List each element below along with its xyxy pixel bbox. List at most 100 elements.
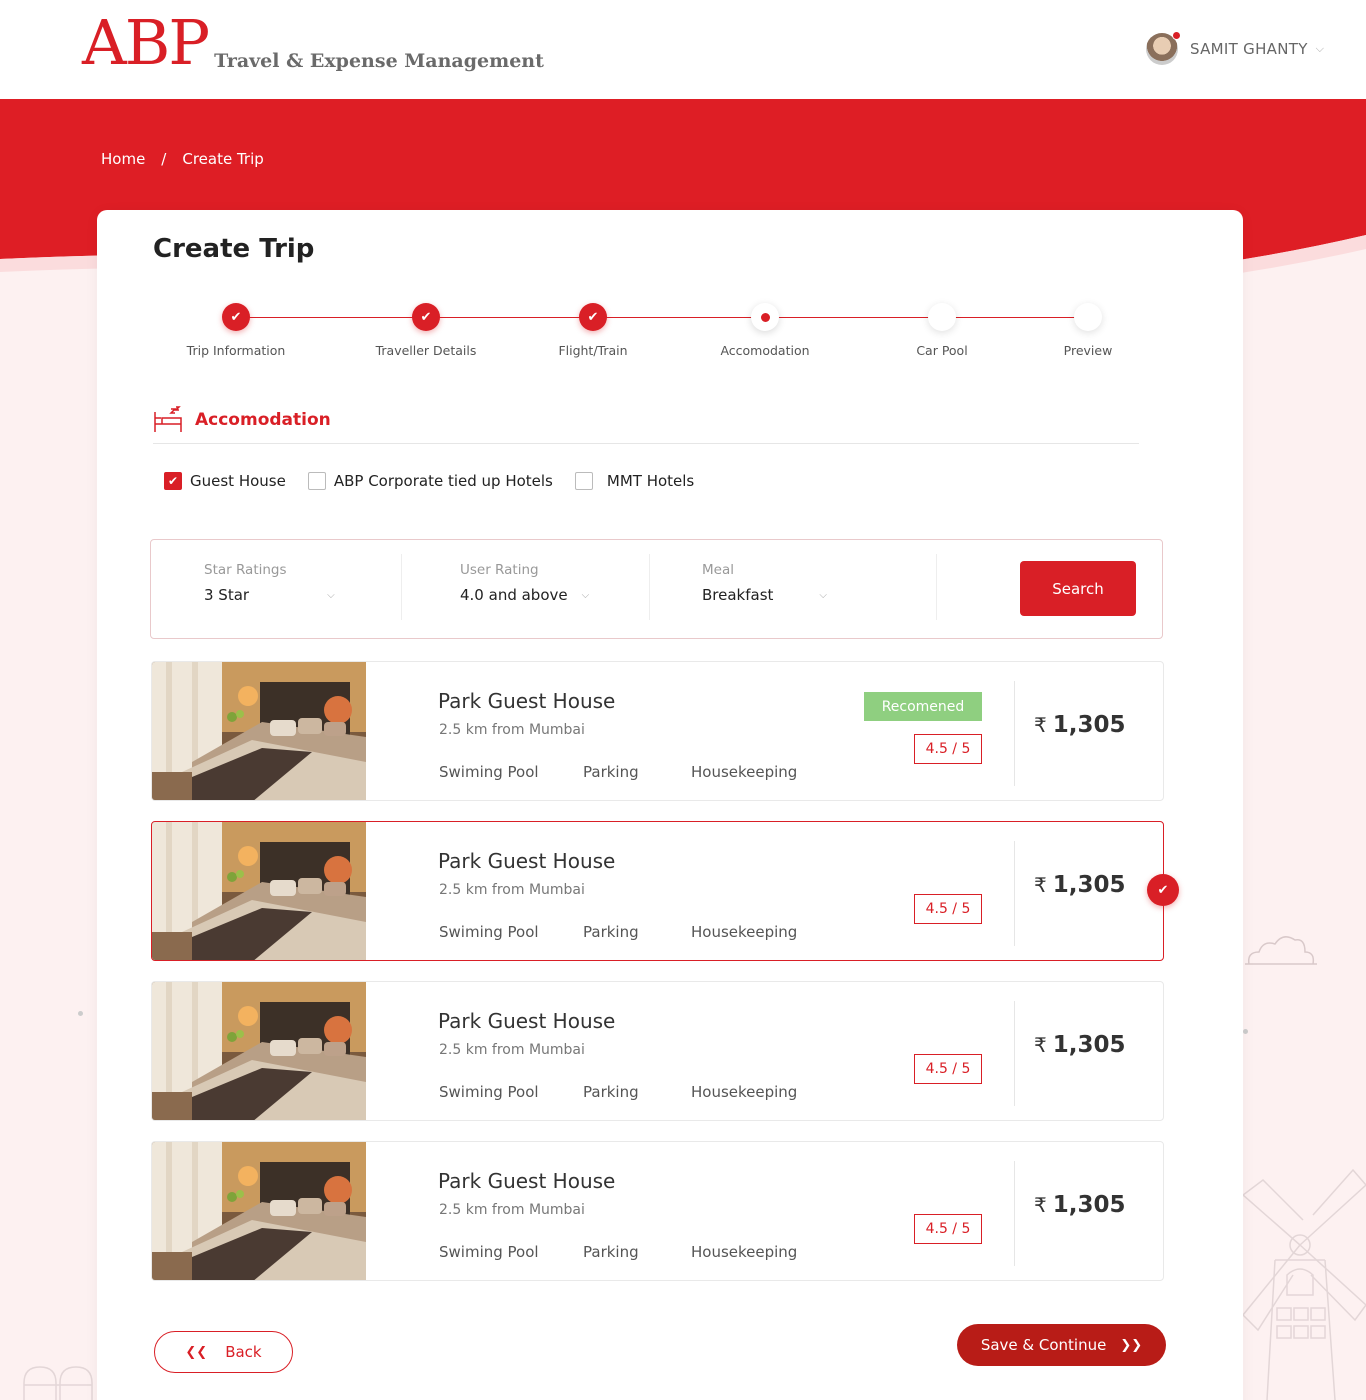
- hotel-name[interactable]: Park Guest House: [438, 849, 615, 873]
- breadcrumb-current: Create Trip: [182, 150, 264, 168]
- hotel-name[interactable]: Park Guest House: [438, 1009, 615, 1033]
- chevron-down-icon[interactable]: ⌵: [819, 590, 827, 601]
- checkbox-checked-icon[interactable]: ✔: [164, 472, 182, 490]
- checkbox-mmt-hotels[interactable]: MMT Hotels: [574, 472, 695, 490]
- selected-value: 3 Star: [204, 586, 250, 604]
- amenity: Swiming Pool: [439, 763, 539, 781]
- trip-stepper: ✔ Trip Information ✔ Traveller Details ✔…: [97, 210, 1243, 370]
- breadcrumb-home[interactable]: Home: [101, 150, 145, 168]
- hotel-distance: 2.5 km from Mumbai: [439, 1202, 585, 1218]
- divider: [1014, 1161, 1015, 1266]
- rupee-icon: ₹: [1034, 713, 1047, 737]
- check-icon: ✔: [579, 303, 607, 331]
- step-flight-train[interactable]: ✔ Flight/Train: [513, 303, 673, 358]
- current-step-dot-icon: [751, 303, 779, 331]
- hotel-photo: [152, 982, 366, 1120]
- pending-step-icon: [928, 303, 956, 331]
- windmill-illustration: [1243, 1168, 1366, 1400]
- selected-value: Breakfast: [702, 586, 774, 604]
- rating-badge: 4.5 / 5: [914, 894, 982, 924]
- section-title: Accomodation: [195, 410, 331, 430]
- hotel-card[interactable]: Park Guest House 2.5 km from Mumbai Swim…: [151, 661, 1164, 801]
- amenity: Parking: [583, 1083, 639, 1101]
- checkbox-empty-icon[interactable]: [307, 472, 326, 490]
- field-label: User Rating: [460, 562, 539, 578]
- arch-illustration: [23, 1366, 93, 1400]
- top-header: ABP Travel & Expense Management SAMIT GH…: [0, 0, 1366, 99]
- amenity: Housekeeping: [691, 1243, 798, 1261]
- search-button[interactable]: Search: [1020, 561, 1136, 616]
- checkbox-label: ABP Corporate tied up Hotels: [333, 472, 553, 490]
- create-trip-card: Create Trip ✔ Trip Information ✔ Travell…: [97, 210, 1243, 1400]
- section-header: Accomodation: [153, 406, 1139, 444]
- meal-select[interactable]: Meal Breakfast ⌵: [702, 554, 902, 624]
- step-label: Flight/Train: [558, 343, 628, 358]
- selected-check-icon[interactable]: ✔: [1147, 874, 1179, 906]
- step-traveller-details[interactable]: ✔ Traveller Details: [346, 303, 506, 358]
- chevron-down-icon[interactable]: ⌵: [1316, 42, 1324, 56]
- hotel-card[interactable]: Park Guest House 2.5 km from Mumbai Swim…: [151, 981, 1164, 1121]
- hotel-name[interactable]: Park Guest House: [438, 1169, 615, 1193]
- step-car-pool[interactable]: Car Pool: [862, 303, 1022, 358]
- checkbox-corporate-hotels[interactable]: ABP Corporate tied up Hotels: [307, 472, 553, 490]
- user-menu[interactable]: SAMIT GHANTY ⌵: [1145, 31, 1324, 65]
- hotel-name[interactable]: Park Guest House: [438, 689, 615, 713]
- hotel-card[interactable]: Park Guest House 2.5 km from Mumbai Swim…: [151, 821, 1179, 961]
- checkbox-guest-house[interactable]: ✔ Guest House: [164, 472, 286, 490]
- amenity: Parking: [583, 923, 639, 941]
- star-rating-select[interactable]: Star Ratings 3 Star ⌵: [204, 554, 384, 624]
- app-logo[interactable]: ABP Travel & Expense Management: [82, 12, 544, 74]
- cloud-illustration: [1245, 936, 1317, 965]
- bed-icon: [154, 406, 182, 432]
- notification-dot: [1171, 31, 1181, 40]
- back-button[interactable]: ❮❮ Back: [154, 1331, 293, 1373]
- amenity: Housekeeping: [691, 763, 798, 781]
- logo-subtitle: Travel & Expense Management: [214, 50, 544, 72]
- selected-value: 4.0 and above: [460, 586, 568, 604]
- breadcrumb: Home / Create Trip: [101, 150, 264, 168]
- field-value: 4.0 and above ⌵: [460, 586, 660, 604]
- avatar[interactable]: [1145, 31, 1181, 65]
- divider: [1014, 681, 1015, 786]
- hotel-distance: 2.5 km from Mumbai: [439, 722, 585, 738]
- hotel-price: ₹ 1,305: [1034, 872, 1126, 898]
- decor-dot: [78, 1011, 83, 1016]
- field-label: Meal: [702, 562, 734, 578]
- user-rating-select[interactable]: User Rating 4.0 and above ⌵: [460, 554, 660, 624]
- divider: [649, 554, 650, 620]
- rupee-icon: ₹: [1034, 873, 1047, 897]
- chevron-down-icon[interactable]: ⌵: [327, 590, 335, 601]
- hotel-distance: 2.5 km from Mumbai: [439, 882, 585, 898]
- hotel-photo: [152, 822, 366, 960]
- breadcrumb-separator: /: [161, 150, 167, 168]
- step-label: Preview: [1063, 343, 1113, 358]
- step-accomodation[interactable]: Accomodation: [685, 303, 845, 358]
- step-preview[interactable]: Preview: [1008, 303, 1168, 358]
- checkbox-label: Guest House: [190, 472, 286, 490]
- hotel-price: ₹ 1,305: [1034, 1032, 1126, 1058]
- chevron-down-icon[interactable]: ⌵: [582, 590, 590, 601]
- checkbox-label: MMT Hotels: [606, 472, 695, 490]
- save-label: Save & Continue: [980, 1336, 1107, 1354]
- back-label: Back: [225, 1343, 262, 1361]
- price-value: 1,305: [1052, 872, 1126, 898]
- hotel-search-bar: Star Ratings 3 Star ⌵ User Rating 4.0 an…: [150, 539, 1163, 639]
- price-value: 1,305: [1052, 1192, 1126, 1218]
- amenity: Parking: [583, 763, 639, 781]
- hotel-card[interactable]: Park Guest House 2.5 km from Mumbai Swim…: [151, 1141, 1164, 1281]
- hotel-photo: [152, 1142, 366, 1280]
- accommodation-type-filters: ✔ Guest House ABP Corporate tied up Hote…: [164, 472, 716, 490]
- decor-dot: [1243, 1029, 1248, 1034]
- check-icon: ✔: [222, 303, 250, 331]
- field-label: Star Ratings: [204, 562, 287, 578]
- checkbox-empty-icon[interactable]: [574, 472, 593, 490]
- hotel-distance: 2.5 km from Mumbai: [439, 1042, 585, 1058]
- step-trip-information[interactable]: ✔ Trip Information: [156, 303, 316, 358]
- divider: [401, 554, 402, 620]
- step-label: Traveller Details: [375, 343, 477, 358]
- double-chevron-left-icon: ❮❮: [185, 1344, 208, 1360]
- save-continue-button[interactable]: Save & Continue ❯❯: [957, 1324, 1166, 1366]
- check-icon: ✔: [412, 303, 440, 331]
- double-chevron-right-icon: ❯❯: [1120, 1337, 1143, 1353]
- price-value: 1,305: [1052, 1032, 1126, 1058]
